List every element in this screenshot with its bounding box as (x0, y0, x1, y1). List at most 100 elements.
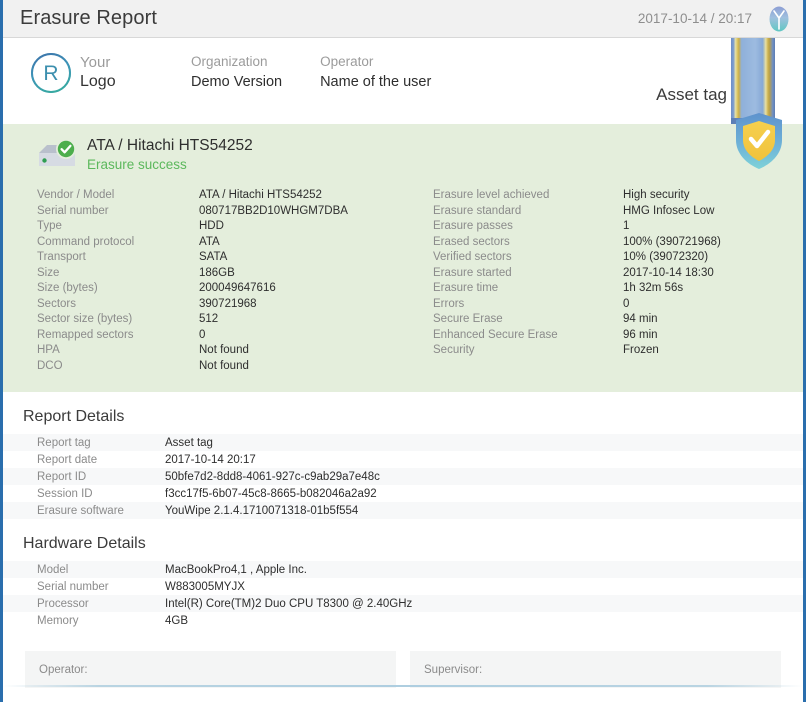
row-key: Report ID (37, 470, 87, 483)
hard-drive-success-icon (33, 139, 81, 175)
row-value: 200049647616 (199, 282, 276, 294)
table-row: Erasure standard HMG Infosec Low (433, 204, 721, 219)
table-row: Memory 4GB (3, 612, 803, 629)
hardware-details-section: Hardware Details Model MacBookPro4,1 , Ap… (3, 519, 803, 629)
table-row: Erasure passes 1 (433, 219, 721, 234)
row-key: Secure Erase (433, 313, 503, 325)
asset-tag-header: Asset tag (656, 84, 727, 104)
row-key: Processor (37, 597, 89, 610)
row-value: 080717BB2D10WHGM7DBA (199, 204, 348, 217)
drive-details-right: Erasure level achieved High security Erasu… (433, 188, 721, 374)
row-key: Erasure started (433, 266, 512, 279)
organization-field: Organization Demo Version (191, 53, 282, 92)
row-value: High security (623, 189, 690, 201)
table-row: Processor Intel(R) Core(TM)2 Duo CPU T830… (3, 595, 803, 612)
row-key: HPA (37, 344, 60, 356)
row-value: f3cc17f5-6b07-45c8-8665-b082046a2a92 (165, 487, 377, 500)
table-row: Vendor / Model ATA / Hitachi HTS54252 (37, 188, 433, 203)
row-value: 50bfe7d2-8dd8-4061-927c-c9ab29a7e48c (165, 470, 380, 483)
drive-detail-columns: Vendor / Model ATA / Hitachi HTS54252 Seri… (3, 188, 803, 374)
row-key: Verified sectors (433, 251, 512, 263)
operator-signature-box[interactable]: Operator: (25, 651, 396, 688)
organization-label: Organization (191, 54, 268, 69)
row-key: Erasure level achieved (433, 189, 550, 201)
row-value: 390721968 (199, 297, 257, 310)
logo-line-2: Logo (80, 73, 116, 91)
table-row: Erasure software YouWipe 2.1.4.1710071318… (3, 502, 803, 519)
row-value: W883005MYJX (165, 580, 245, 593)
row-key: Erasure time (433, 282, 499, 294)
supervisor-signature-box[interactable]: Supervisor: (410, 651, 781, 688)
row-value: Not found (199, 359, 249, 372)
operator-value: Name of the user (320, 74, 432, 91)
drive-summary-panel: ATA / Hitachi HTS54252 Erasure success V… (3, 124, 803, 392)
row-key: Remapped sectors (37, 328, 134, 341)
row-value: 2017-10-14 20:17 (165, 453, 256, 466)
title-bar: Erasure Report 2017-10-14 / 20:17 (3, 0, 803, 38)
row-key: Type (37, 220, 62, 232)
table-row: Erased sectors 100% (390721968) (433, 235, 721, 250)
ribbon-banner-icon (731, 38, 775, 118)
page-title: Erasure Report (20, 7, 158, 29)
table-row: DCO Not found (37, 359, 433, 374)
drive-header-text: ATA / Hitachi HTS54252 Erasure success (87, 136, 253, 174)
title-bar-right: 2017-10-14 / 20:17 (638, 0, 803, 37)
hardware-details-table: Model MacBookPro4,1 , Apple Inc. Serial nu… (3, 561, 803, 629)
table-row: Report tag Asset tag (3, 434, 803, 451)
operator-field: Operator Name of the user (320, 53, 431, 92)
row-key: Report tag (37, 436, 91, 449)
table-row: Report ID 50bfe7d2-8dd8-4061-927c-c9ab29a… (3, 468, 803, 485)
table-row: Serial number W883005MYJX (3, 578, 803, 595)
row-key: Errors (433, 297, 465, 310)
row-key: Erased sectors (433, 235, 510, 248)
row-key: Report date (37, 453, 98, 466)
table-row: Sectors 390721968 (37, 297, 433, 312)
row-value: ATA / Hitachi HTS54252 (199, 189, 322, 201)
row-value: 512 (199, 313, 219, 325)
row-value: Not found (199, 344, 249, 356)
report-datetime: 2017-10-14 / 20:17 (637, 11, 752, 26)
status-badge: Erasure success (87, 157, 187, 173)
table-row: Size 186GB (37, 266, 433, 281)
table-row: Sector size (bytes) 512 (37, 312, 433, 327)
row-value: 100% (390721968) (623, 235, 721, 248)
row-value: HMG Infosec Low (623, 204, 715, 217)
row-value: 0 (199, 328, 206, 341)
row-key: Serial number (37, 580, 109, 593)
table-row: Remapped sectors 0 (37, 328, 433, 343)
logo-line-1: Your (80, 54, 111, 72)
company-logo: R Your Logo (31, 53, 153, 93)
row-key: Erasure passes (433, 220, 513, 232)
row-value: 94 min (623, 313, 658, 325)
erasure-report-window: Erasure Report 2017-10-14 / 20:17 R Your… (0, 0, 806, 702)
row-value: Frozen (623, 344, 659, 356)
row-value: 10% (39072320) (623, 251, 709, 263)
table-row: Size (bytes) 200049647616 (37, 281, 433, 296)
signature-row: Operator: Supervisor: (3, 629, 803, 688)
row-key: DCO (37, 359, 63, 372)
hardware-details-title: Hardware Details (23, 535, 146, 552)
table-row: Erasure time 1h 32m 56s (433, 281, 721, 296)
row-value: 0 (623, 297, 630, 310)
row-value: HDD (199, 220, 224, 232)
table-row: Type HDD (37, 219, 433, 234)
row-value: 1 (623, 220, 630, 232)
table-row: HPA Not found (37, 343, 433, 358)
row-key: Transport (37, 251, 86, 263)
shield-check-icon (734, 112, 784, 170)
row-value: 186GB (199, 266, 235, 279)
table-row: Serial number 080717BB2D10WHGM7DBA (37, 204, 433, 219)
row-value: YouWipe 2.1.4.1710071318-01b5f554 (165, 504, 359, 517)
report-details-section: Report Details Report tag Asset tag Report… (3, 392, 803, 519)
table-row: Erasure level achieved High security (433, 188, 721, 203)
row-value: 4GB (165, 614, 189, 627)
table-row: Errors 0 (433, 297, 721, 312)
logo-circle-icon: R (31, 53, 71, 93)
row-value: 96 min (623, 328, 658, 341)
table-row: Report date 2017-10-14 20:17 (3, 451, 803, 468)
row-value: MacBookPro4,1 , Apple Inc. (165, 563, 307, 576)
row-key: Memory (37, 614, 79, 627)
logo-text: Your Logo (80, 53, 116, 93)
row-key: Vendor / Model (37, 189, 115, 201)
report-details-title: Report Details (23, 408, 125, 425)
